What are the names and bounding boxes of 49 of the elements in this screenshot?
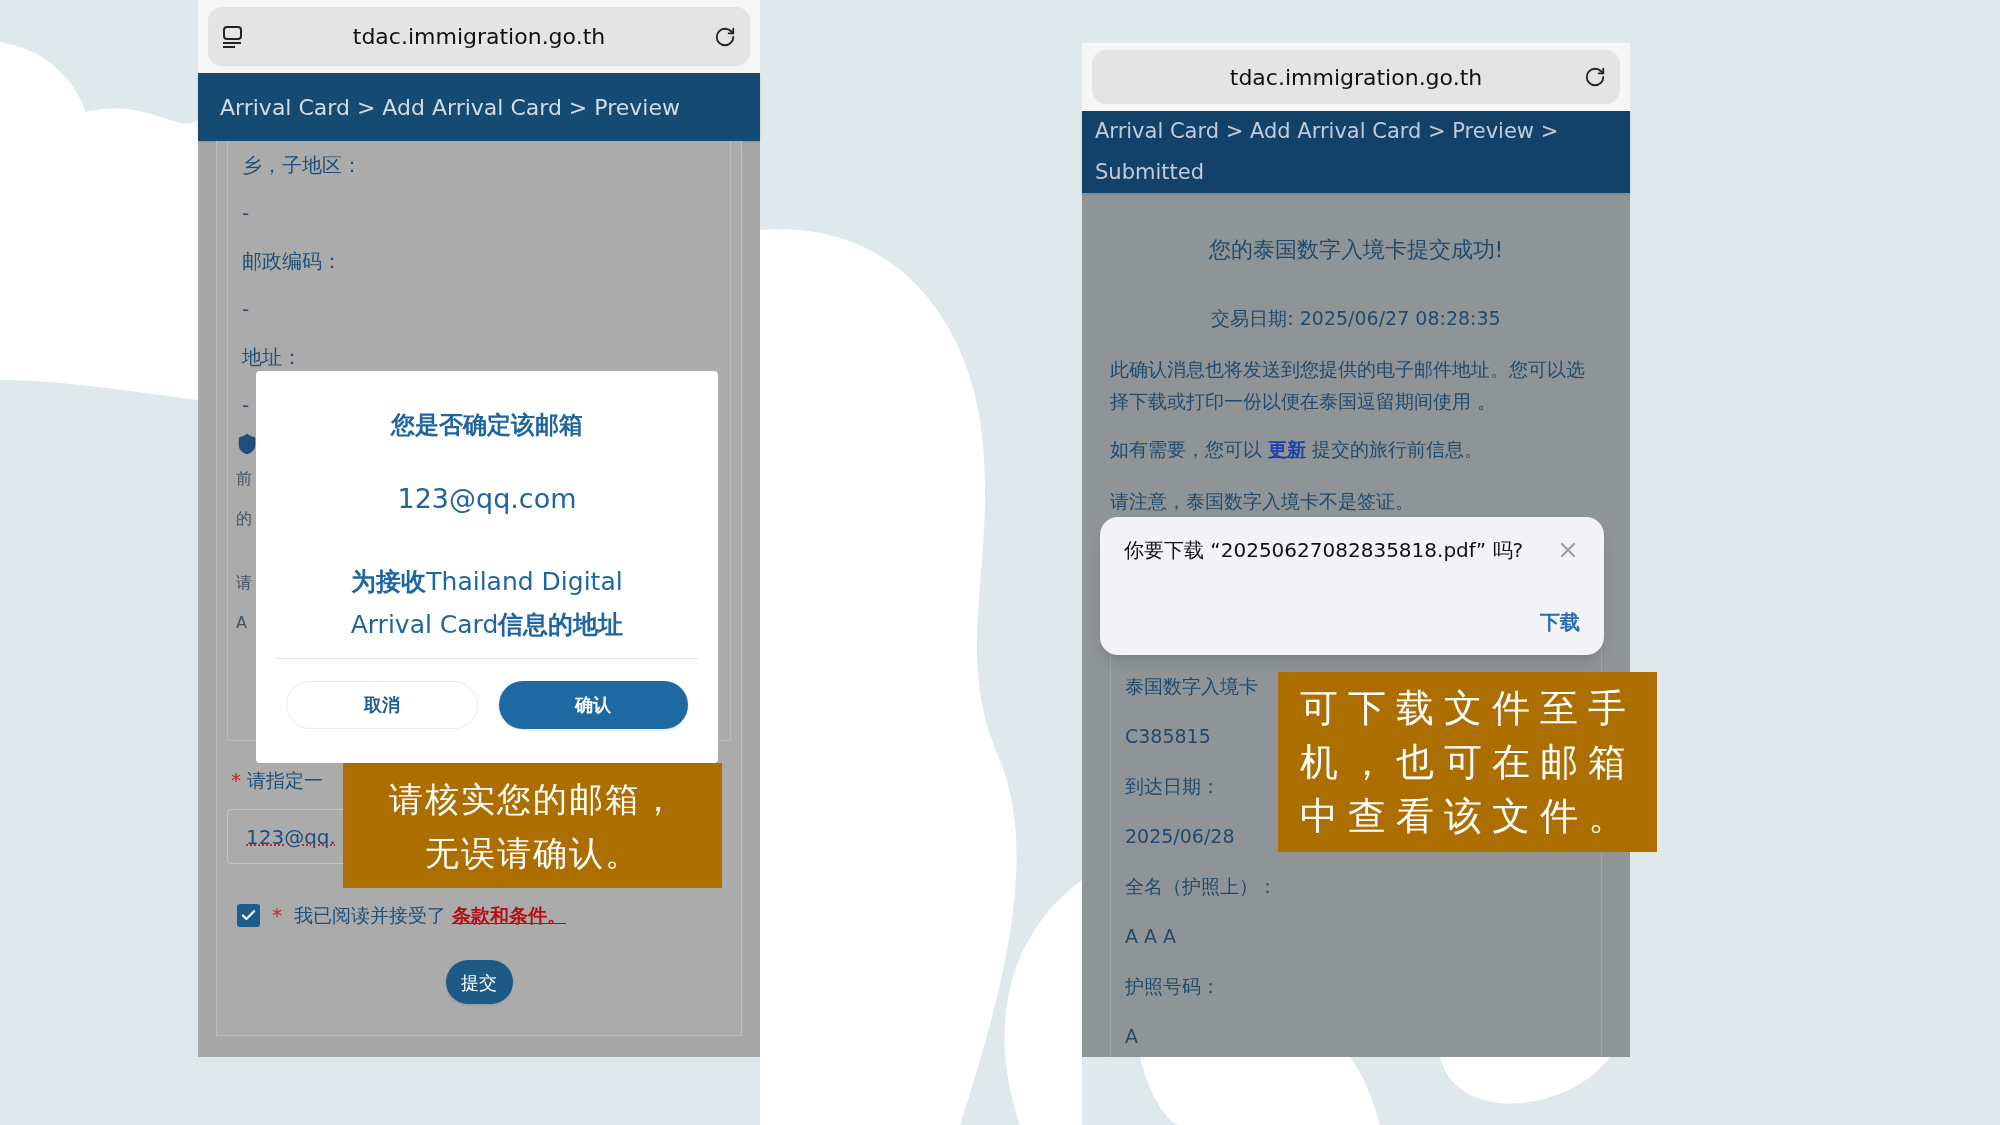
callout-note: 可下载文件至手 机，也可在邮箱 中查看该文件。: [1278, 672, 1657, 852]
dialog-email: 123@qq.com: [397, 482, 577, 516]
partial-text: 请: [236, 572, 252, 594]
terms-link[interactable]: 条款和条件。: [452, 903, 567, 926]
visa-note: 请注意，泰国数字入境卡不是签证。: [1110, 489, 1415, 514]
update-notice: 如有需要，您可以 更新 提交的旅行前信息。: [1110, 436, 1485, 462]
field-value: -: [242, 200, 250, 227]
dialog-message: 为接收Thailand Digital Arrival Card信息的地址: [350, 565, 624, 641]
reload-icon[interactable]: [1584, 66, 1606, 88]
field-label: 到达日期：: [1125, 774, 1220, 800]
terms-text: 我已阅读并接受了 条款和条件。: [294, 902, 567, 928]
success-title: 您的泰国数字入境卡提交成功!: [1207, 236, 1505, 264]
confirmation-text: 此确认消息也将发送到您提供的电子邮件地址。您可以选择下载或打印一份以便在泰国逗留期间使用 。: [1110, 356, 1586, 414]
field-value: -: [242, 392, 250, 419]
reload-icon[interactable]: [714, 25, 736, 48]
url-text: tdac.immigration.go.th: [352, 23, 606, 51]
address-bar[interactable]: tdac.immigration.go.th: [1092, 50, 1620, 104]
dialog-title: 您是否确定该邮箱: [391, 410, 583, 441]
field-label: 邮政编码：: [242, 248, 342, 275]
email-prompt-label: 请指定一: [247, 767, 323, 793]
transaction-date: 交易日期: 2025/06/27 08:28:35: [1210, 306, 1502, 331]
partial-text: 前: [236, 468, 252, 490]
shield-icon: [236, 433, 258, 455]
submit-button[interactable]: 提交: [445, 960, 513, 1004]
cancel-button[interactable]: 取消: [286, 680, 478, 729]
tabs-icon[interactable]: [222, 24, 244, 49]
required-mark: *: [231, 767, 241, 794]
breadcrumb-text: Arrival Card > Add Arrival Card > Preview > Submitted: [1095, 118, 1559, 186]
field-value: 2025/06/28: [1125, 824, 1235, 850]
field-value: A A A: [1125, 924, 1177, 950]
partial-text: A: [236, 612, 247, 634]
required-mark: *: [272, 902, 282, 929]
field-label: 地址：: [242, 344, 302, 371]
address-bar[interactable]: tdac.immigration.go.th: [208, 7, 750, 66]
field-label: 全名（护照上）：: [1125, 874, 1277, 900]
confirm-button[interactable]: 确认: [498, 680, 688, 729]
breadcrumb-text: Arrival Card > Add Arrival Card > Preview: [220, 93, 680, 122]
download-button[interactable]: 下载: [1540, 607, 1580, 637]
field-value: C385815: [1125, 724, 1211, 750]
partial-text: 的: [236, 508, 252, 530]
url-text: tdac.immigration.go.th: [1229, 63, 1483, 92]
download-message: 你要下载 “20250627082835818.pdf” 吗?: [1124, 537, 1524, 564]
field-label: 护照号码：: [1125, 974, 1220, 1000]
field-label: 泰国数字入境卡: [1125, 674, 1258, 700]
callout-note: 请核实您的邮箱， 无误请确认。: [343, 763, 722, 888]
field-label: 乡，子地区：: [242, 152, 362, 179]
field-value: A: [1125, 1024, 1138, 1050]
terms-checkbox[interactable]: [237, 903, 260, 927]
field-value: -: [242, 296, 250, 323]
